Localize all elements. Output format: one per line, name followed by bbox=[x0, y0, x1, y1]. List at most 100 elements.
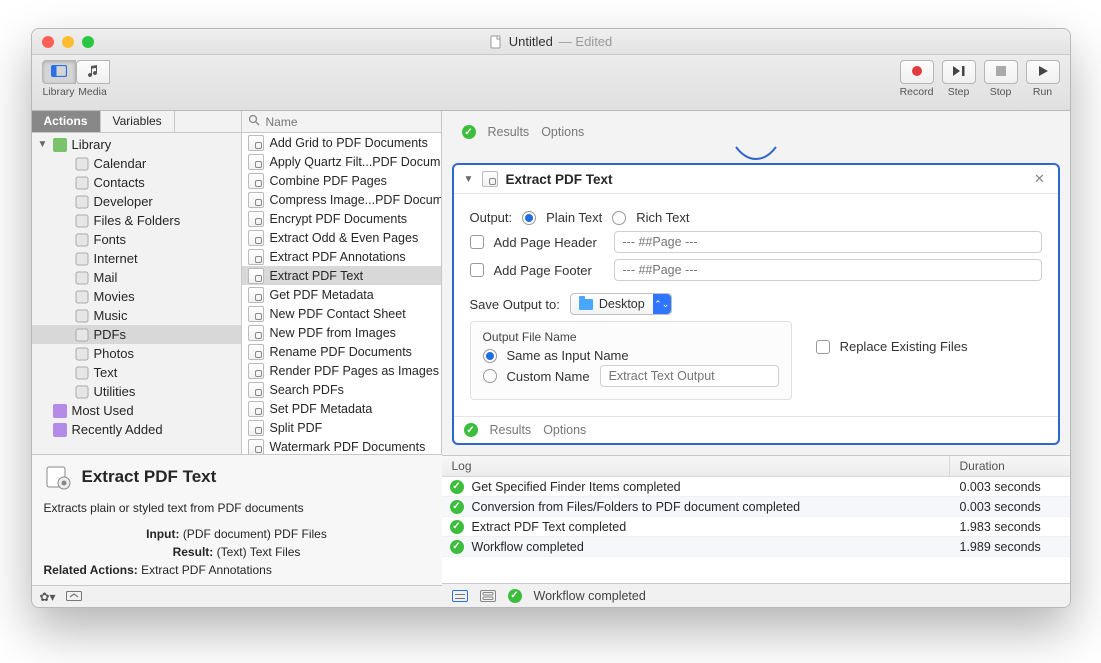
status-text: Workflow completed bbox=[534, 589, 646, 603]
view-mode-list-icon[interactable] bbox=[452, 590, 468, 602]
radio-custom-name[interactable] bbox=[483, 369, 497, 383]
sidebar-item-utilities[interactable]: Utilities bbox=[32, 382, 241, 401]
sidebar-item-contacts[interactable]: Contacts bbox=[32, 173, 241, 192]
step-button[interactable] bbox=[942, 60, 976, 84]
sidebar-item-recently-added[interactable]: Recently Added bbox=[32, 420, 241, 439]
sidebar-item-library[interactable]: ▼Library bbox=[32, 135, 241, 154]
custom-name-label[interactable]: Custom Name bbox=[507, 369, 590, 384]
radio-plain-text[interactable] bbox=[522, 211, 536, 225]
record-button[interactable] bbox=[900, 60, 934, 84]
sidebar-item-developer[interactable]: Developer bbox=[32, 192, 241, 211]
add-header-label[interactable]: Add Page Header bbox=[494, 235, 604, 250]
add-footer-label[interactable]: Add Page Footer bbox=[494, 263, 604, 278]
view-mode-flow-icon[interactable] bbox=[480, 590, 496, 602]
sidebar-item-files-folders[interactable]: Files & Folders bbox=[32, 211, 241, 230]
category-icon bbox=[74, 270, 90, 286]
action-row[interactable]: Extract PDF Annotations bbox=[242, 247, 441, 266]
info-title-text: Extract PDF Text bbox=[82, 464, 217, 490]
radio-same-name[interactable] bbox=[483, 349, 497, 363]
action-label: Render PDF Pages as Images bbox=[270, 364, 440, 378]
action-card-title: Extract PDF Text bbox=[506, 172, 613, 187]
sidebar-item-label: Movies bbox=[94, 289, 135, 304]
action-row[interactable]: Compress Image...PDF Documents bbox=[242, 190, 441, 209]
action-row[interactable]: Rename PDF Documents bbox=[242, 342, 441, 361]
view-toggle: Library Media bbox=[42, 60, 110, 98]
save-output-select[interactable]: Desktop ⌃⌄ bbox=[570, 293, 672, 315]
pdf-icon bbox=[248, 230, 264, 246]
action-row[interactable]: Apply Quartz Filt...PDF Documents bbox=[242, 152, 441, 171]
header-input[interactable] bbox=[614, 231, 1042, 253]
action-row[interactable]: Get PDF Metadata bbox=[242, 285, 441, 304]
prev-results-button[interactable]: Results bbox=[488, 125, 530, 139]
tab-actions[interactable]: Actions bbox=[32, 111, 101, 132]
search-input[interactable] bbox=[260, 113, 441, 131]
category-icon bbox=[74, 346, 90, 362]
media-toggle-button[interactable] bbox=[76, 60, 110, 84]
action-row[interactable]: Encrypt PDF Documents bbox=[242, 209, 441, 228]
minimize-window-button[interactable] bbox=[62, 36, 74, 48]
log-body[interactable]: ✓Get Specified Finder Items completed0.0… bbox=[442, 477, 1070, 583]
log-row[interactable]: ✓Conversion from Files/Folders to PDF do… bbox=[442, 497, 1070, 517]
sidebar-item-music[interactable]: Music bbox=[32, 306, 241, 325]
options-button[interactable]: Options bbox=[543, 423, 586, 437]
action-row[interactable]: Set PDF Metadata bbox=[242, 399, 441, 418]
sidebar-item-photos[interactable]: Photos bbox=[32, 344, 241, 363]
action-label: New PDF from Images bbox=[270, 326, 396, 340]
library-toggle-button[interactable] bbox=[42, 60, 76, 84]
log-header-duration[interactable]: Duration bbox=[950, 456, 1070, 476]
sidebar-item-pdfs[interactable]: PDFs bbox=[32, 325, 241, 344]
library-tree[interactable]: ▼LibraryCalendarContactsDeveloperFiles &… bbox=[32, 133, 241, 445]
checkbox-add-footer[interactable] bbox=[470, 263, 484, 277]
action-row[interactable]: Split PDF bbox=[242, 418, 441, 437]
sidebar-item-calendar[interactable]: Calendar bbox=[32, 154, 241, 173]
custom-name-input[interactable] bbox=[600, 365, 779, 387]
replace-existing-label[interactable]: Replace Existing Files bbox=[840, 339, 968, 354]
action-label: Add Grid to PDF Documents bbox=[270, 136, 428, 150]
action-row[interactable]: New PDF from Images bbox=[242, 323, 441, 342]
stop-button[interactable] bbox=[984, 60, 1018, 84]
zoom-window-button[interactable] bbox=[82, 36, 94, 48]
results-button[interactable]: Results bbox=[490, 423, 532, 437]
action-row[interactable]: Extract Odd & Even Pages bbox=[242, 228, 441, 247]
run-button[interactable] bbox=[1026, 60, 1060, 84]
pdf-icon bbox=[482, 171, 498, 187]
close-window-button[interactable] bbox=[42, 36, 54, 48]
action-row[interactable]: Render PDF Pages as Images bbox=[242, 361, 441, 380]
sidebar-item-internet[interactable]: Internet bbox=[32, 249, 241, 268]
sidebar-item-text[interactable]: Text bbox=[32, 363, 241, 382]
sidebar-item-mail[interactable]: Mail bbox=[32, 268, 241, 287]
log-header-message[interactable]: Log bbox=[442, 456, 950, 476]
action-label: Get PDF Metadata bbox=[270, 288, 374, 302]
hide-info-icon[interactable] bbox=[66, 590, 82, 604]
sidebar-item-movies[interactable]: Movies bbox=[32, 287, 241, 306]
log-row[interactable]: ✓Get Specified Finder Items completed0.0… bbox=[442, 477, 1070, 497]
gear-icon[interactable]: ✿▾ bbox=[40, 590, 56, 604]
radio-rich-text[interactable] bbox=[612, 211, 626, 225]
log-row[interactable]: ✓Extract PDF Text completed1.983 seconds bbox=[442, 517, 1070, 537]
pdf-icon bbox=[248, 420, 264, 436]
action-row[interactable]: Extract PDF Text bbox=[242, 266, 441, 285]
same-name-label[interactable]: Same as Input Name bbox=[507, 348, 629, 363]
main: Actions Variables ▼LibraryCalendarContac… bbox=[32, 111, 1070, 607]
footer-input[interactable] bbox=[614, 259, 1042, 281]
rich-text-label[interactable]: Rich Text bbox=[636, 210, 689, 225]
actions-list[interactable]: Add Grid to PDF Documents Apply Quartz Fi… bbox=[242, 133, 441, 454]
action-row[interactable]: Add Grid to PDF Documents bbox=[242, 133, 441, 152]
action-row[interactable]: Watermark PDF Documents bbox=[242, 437, 441, 454]
tab-variables[interactable]: Variables bbox=[101, 111, 175, 132]
log-panel: Log Duration ✓Get Specified Finder Items… bbox=[442, 455, 1070, 583]
checkbox-replace-existing[interactable] bbox=[816, 340, 830, 354]
log-row[interactable]: ✓Workflow completed1.989 seconds bbox=[442, 537, 1070, 557]
disclosure-triangle-icon[interactable]: ▼ bbox=[464, 174, 474, 185]
log-message: Conversion from Files/Folders to PDF doc… bbox=[472, 500, 801, 514]
action-row[interactable]: Search PDFs bbox=[242, 380, 441, 399]
plain-text-label[interactable]: Plain Text bbox=[546, 210, 602, 225]
prev-options-button[interactable]: Options bbox=[541, 125, 584, 139]
sidebar-item-most-used[interactable]: Most Used bbox=[32, 401, 241, 420]
close-icon[interactable]: ✕ bbox=[1032, 171, 1048, 187]
sidebar-item-fonts[interactable]: Fonts bbox=[32, 230, 241, 249]
window-title: Untitled — Edited bbox=[489, 34, 613, 49]
checkbox-add-header[interactable] bbox=[470, 235, 484, 249]
action-row[interactable]: New PDF Contact Sheet bbox=[242, 304, 441, 323]
action-row[interactable]: Combine PDF Pages bbox=[242, 171, 441, 190]
